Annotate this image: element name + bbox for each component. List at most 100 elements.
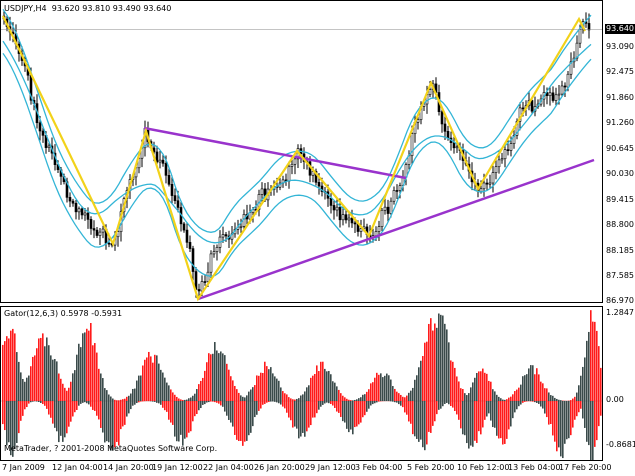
gator-upper-bar bbox=[248, 391, 250, 401]
gator-lower-bar bbox=[168, 401, 170, 420]
gator-lower-bar bbox=[436, 401, 438, 415]
gator-lower-bar bbox=[400, 401, 402, 406]
gator-upper-bar bbox=[250, 389, 252, 401]
gator-upper-bar bbox=[18, 361, 20, 401]
gator-lower-bar bbox=[480, 401, 482, 435]
candle-body bbox=[167, 175, 171, 185]
gator-upper-bar bbox=[580, 375, 582, 401]
lower-band-line bbox=[2, 52, 592, 277]
gator-upper-bar bbox=[416, 375, 418, 401]
gator-upper-bar bbox=[506, 399, 508, 401]
gator-lower-bar bbox=[510, 401, 512, 427]
gator-lower-bar bbox=[534, 401, 536, 403]
gator-upper-bar bbox=[188, 398, 190, 401]
gator-lower-bar bbox=[412, 401, 414, 435]
gator-lower-bar bbox=[420, 401, 422, 440]
gator-upper-bar bbox=[240, 395, 242, 401]
gator-upper-bar bbox=[122, 399, 124, 401]
gator-upper-bar bbox=[516, 389, 518, 401]
gator-upper-bar bbox=[158, 363, 160, 401]
gator-lower-bar bbox=[188, 401, 190, 433]
gator-upper-bar bbox=[584, 357, 586, 401]
gator-lower-bar bbox=[442, 401, 444, 407]
resistance-trendline[interactable] bbox=[143, 126, 407, 180]
gator-lower-bar bbox=[30, 401, 32, 403]
gator-lower-bar bbox=[92, 401, 94, 410]
symbol-header: USDJPY,H4 93.620 93.810 93.490 93.640 bbox=[4, 4, 171, 14]
gator-lower-bar bbox=[568, 401, 570, 439]
gator-values: 0.5978 -0.5931 bbox=[60, 309, 123, 318]
gator-upper-bar bbox=[292, 399, 294, 401]
gator-lower-bar bbox=[548, 401, 550, 425]
gator-oscillator-pane[interactable]: Gator(12,6,3) 0.5978 -0.5931 MetaTrader,… bbox=[0, 306, 603, 461]
gator-lower-bar bbox=[126, 401, 128, 417]
candle-body bbox=[377, 226, 381, 232]
gator-upper-bar bbox=[440, 314, 442, 401]
candle-body bbox=[215, 247, 219, 252]
gator-upper-bar bbox=[148, 351, 150, 401]
gator-upper-bar bbox=[84, 332, 86, 401]
candle-body bbox=[446, 131, 450, 139]
gator-upper-bar bbox=[276, 378, 278, 401]
gator-upper-bar bbox=[232, 380, 234, 401]
middle-band-line bbox=[2, 40, 592, 244]
gator-lower-bar bbox=[84, 401, 86, 403]
gator-lower-bar bbox=[346, 401, 348, 429]
gator-upper-bar bbox=[184, 399, 186, 401]
gator-lower-bar bbox=[552, 401, 554, 436]
gator-lower-bar bbox=[494, 401, 496, 428]
gator-upper-bar bbox=[434, 323, 436, 401]
candle-body bbox=[182, 223, 186, 231]
gator-upper-bar bbox=[88, 330, 90, 401]
gator-upper-bar bbox=[384, 375, 386, 401]
gator-upper-bar bbox=[326, 371, 328, 401]
candle-body bbox=[428, 89, 432, 95]
gator-lower-bar bbox=[244, 401, 246, 442]
candle-body bbox=[185, 229, 189, 243]
gator-lower-bar bbox=[316, 401, 318, 414]
gator-lower-bar bbox=[206, 401, 208, 403]
gator-lower-bar bbox=[274, 401, 276, 402]
candle-body bbox=[83, 212, 87, 216]
gator-lower-bar bbox=[298, 401, 300, 439]
gator-lower-bar bbox=[22, 401, 24, 416]
gator-lower-bar bbox=[56, 401, 58, 432]
gator-lower-bar bbox=[468, 401, 470, 449]
candle-body bbox=[578, 29, 582, 44]
gator-lower-bar bbox=[50, 401, 52, 418]
gator-lower-bar bbox=[584, 401, 586, 428]
candle-body bbox=[551, 92, 555, 101]
gator-upper-bar bbox=[428, 323, 430, 401]
gator-upper-bar bbox=[280, 387, 282, 401]
gator-lower-bar bbox=[198, 401, 200, 411]
gator-upper-bar bbox=[132, 388, 134, 401]
price-chart-pane[interactable]: USDJPY,H4 93.620 93.810 93.490 93.640 bbox=[0, 0, 603, 303]
gator-lower-bar bbox=[452, 401, 454, 408]
gator-lower-bar bbox=[338, 401, 340, 413]
gator-upper-bar bbox=[290, 398, 292, 401]
gator-upper-bar bbox=[514, 391, 516, 401]
candle-body bbox=[89, 219, 93, 229]
candle-body bbox=[329, 198, 333, 206]
candle-body bbox=[386, 206, 390, 214]
gator-lower-bar bbox=[318, 401, 320, 410]
gator-upper-bar bbox=[524, 375, 526, 401]
gator-upper-bar bbox=[374, 377, 376, 401]
gator-lower-bar bbox=[252, 401, 254, 427]
support-trendline[interactable] bbox=[197, 158, 595, 301]
gator-lower-bar bbox=[350, 401, 352, 430]
gator-lower-bar bbox=[80, 401, 82, 404]
gator-upper-bar bbox=[264, 361, 266, 401]
gator-lower-bar bbox=[222, 401, 224, 407]
gator-lower-bar bbox=[202, 401, 204, 405]
gator-lower-bar bbox=[544, 401, 546, 414]
candle-body bbox=[506, 149, 510, 151]
gator-lower-bar bbox=[344, 401, 346, 423]
gator-upper-bar bbox=[86, 328, 88, 401]
gator-lower-bar bbox=[582, 401, 584, 419]
gator-lower-bar bbox=[506, 401, 508, 439]
gator-upper-bar bbox=[528, 368, 530, 401]
gator-oscillator-canvas[interactable] bbox=[1, 307, 602, 460]
price-chart-canvas[interactable] bbox=[1, 1, 602, 302]
gator-upper-bar bbox=[520, 384, 522, 401]
